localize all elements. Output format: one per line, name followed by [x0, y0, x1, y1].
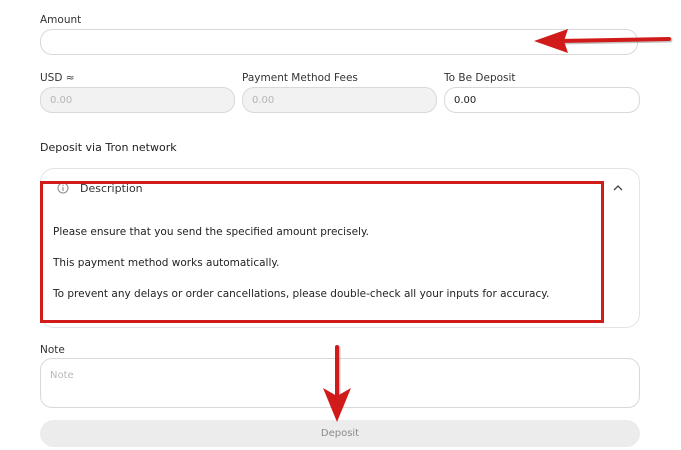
- annotation-arrow-left: [534, 29, 673, 53]
- deposit-button[interactable]: Deposit: [40, 420, 640, 447]
- network-title: Deposit via Tron network: [40, 141, 177, 154]
- amount-label: Amount: [40, 14, 82, 26]
- note-label: Note: [40, 344, 65, 356]
- usd-label: USD ≈: [40, 72, 75, 84]
- usd-field: 0.00: [40, 87, 235, 113]
- annotation-highlight-box: [40, 181, 604, 323]
- fees-label: Payment Method Fees: [242, 72, 358, 84]
- to-be-deposit-label: To Be Deposit: [444, 72, 516, 84]
- to-be-deposit-field[interactable]: 0.00: [444, 87, 640, 113]
- fees-field: 0.00: [242, 87, 437, 113]
- deposit-form: Amount USD ≈ 0.00 Payment Method Fees 0.…: [0, 0, 681, 450]
- chevron-up-icon[interactable]: [612, 182, 624, 194]
- annotation-arrow-down: [323, 345, 351, 422]
